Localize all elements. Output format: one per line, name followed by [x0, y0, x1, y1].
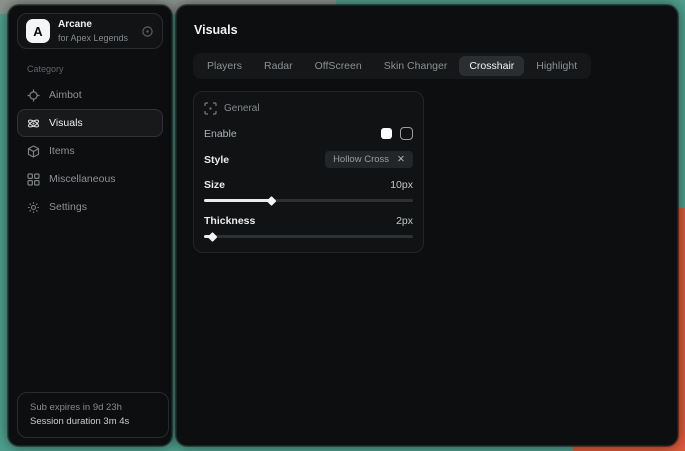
general-settings-card: General Enable Style Hollow Cross ✕ Size…	[193, 91, 424, 253]
sidebar-item-label: Miscellaneous	[49, 173, 116, 185]
subscription-info-card: Sub expires in 9d 23h Session duration 3…	[17, 392, 169, 438]
session-duration-text: Session duration 3m 4s	[30, 415, 156, 429]
size-row: Size 10px	[204, 179, 413, 191]
size-slider-handle[interactable]	[266, 196, 276, 206]
sidebar-item-label: Items	[49, 145, 75, 157]
atom-icon	[27, 117, 40, 130]
tab-offscreen[interactable]: OffScreen	[305, 56, 372, 76]
size-value: 10px	[390, 179, 413, 191]
tab-highlight[interactable]: Highlight	[526, 56, 587, 76]
main-panel: Visuals Players Radar OffScreen Skin Cha…	[176, 5, 678, 446]
general-section-title: General	[224, 103, 260, 114]
tab-crosshair[interactable]: Crosshair	[459, 56, 524, 76]
thickness-value: 2px	[396, 215, 413, 227]
thickness-label: Thickness	[204, 215, 255, 227]
target-icon[interactable]	[141, 25, 154, 38]
enable-checkbox[interactable]	[400, 127, 413, 140]
sidebar-item-aimbot[interactable]: Aimbot	[17, 81, 163, 109]
thickness-slider[interactable]	[204, 233, 413, 240]
page-title: Visuals	[194, 23, 661, 37]
enable-label: Enable	[204, 128, 237, 140]
brand-title: Arcane	[58, 19, 133, 31]
visuals-tabbar: Players Radar OffScreen Skin Changer Cro…	[193, 53, 591, 79]
thickness-slider-handle[interactable]	[208, 232, 218, 242]
remove-style-icon[interactable]: ✕	[397, 155, 405, 165]
style-value: Hollow Cross	[333, 154, 389, 165]
tab-radar[interactable]: Radar	[254, 56, 303, 76]
size-slider[interactable]	[204, 197, 413, 204]
sidebar-item-label: Visuals	[49, 117, 83, 129]
package-icon	[27, 145, 40, 158]
brand-logo: A	[26, 19, 50, 43]
size-label: Size	[204, 179, 225, 191]
crosshair-icon	[27, 89, 40, 102]
category-label: Category	[27, 64, 163, 74]
enable-row: Enable	[204, 127, 413, 140]
sidebar: A Arcane for Apex Legends Category	[8, 5, 172, 446]
app-window: A Arcane for Apex Legends Category	[8, 5, 678, 446]
style-label: Style	[204, 154, 229, 166]
gear-icon	[27, 201, 40, 214]
tab-skin-changer[interactable]: Skin Changer	[374, 56, 458, 76]
tab-players[interactable]: Players	[197, 56, 252, 76]
style-selected-tag[interactable]: Hollow Cross ✕	[325, 151, 413, 168]
sub-expiry-text: Sub expires in 9d 23h	[30, 401, 156, 415]
brand-subtitle: for Apex Legends	[58, 33, 133, 43]
sidebar-item-label: Aimbot	[49, 89, 82, 101]
grid-icon	[27, 173, 40, 186]
thickness-row: Thickness 2px	[204, 215, 413, 227]
brand-card: A Arcane for Apex Legends	[17, 13, 163, 49]
sidebar-item-miscellaneous[interactable]: Miscellaneous	[17, 165, 163, 193]
sidebar-nav: Aimbot Visuals	[17, 81, 163, 221]
sidebar-item-label: Settings	[49, 201, 87, 213]
style-row: Style Hollow Cross ✕	[204, 151, 413, 168]
scan-icon	[204, 102, 217, 115]
sidebar-item-items[interactable]: Items	[17, 137, 163, 165]
color-swatch[interactable]	[381, 128, 392, 139]
sidebar-item-settings[interactable]: Settings	[17, 193, 163, 221]
sidebar-item-visuals[interactable]: Visuals	[17, 109, 163, 137]
